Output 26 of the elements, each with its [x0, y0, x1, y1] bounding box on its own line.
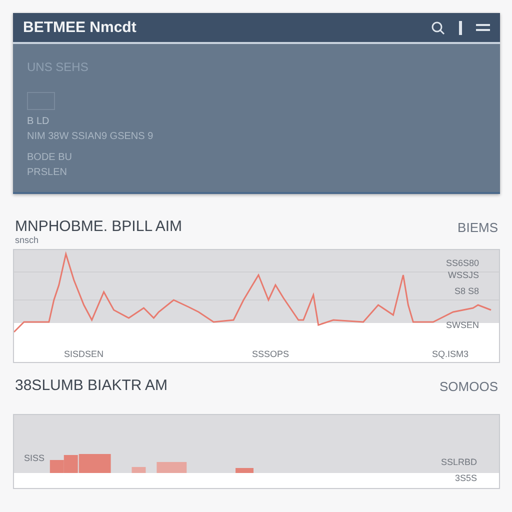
- axis-label: SS6S80: [446, 258, 479, 268]
- search-icon[interactable]: [431, 20, 445, 34]
- bar: [132, 467, 146, 473]
- bar: [156, 462, 187, 473]
- bar: [236, 468, 254, 473]
- section-title: 38SLUMB BIAKTR AM: [15, 377, 169, 394]
- menu-icon[interactable]: [476, 24, 490, 32]
- axis-label: 3S5S: [454, 473, 477, 483]
- axis-label: SISS: [24, 453, 45, 463]
- axis-label: SSSOPS: [252, 349, 290, 359]
- panel-text: NIM 38W SSIAN9 GSENS 9: [27, 131, 154, 142]
- section-label: BIEMS: [458, 220, 498, 235]
- bar: [50, 460, 64, 473]
- axis-label: SSLRBD: [440, 457, 477, 467]
- section-label: SOMOOS: [439, 379, 498, 394]
- panel-text: PRSLEN: [27, 167, 68, 178]
- axis-label: SQ.ISM3: [432, 349, 469, 359]
- axis-label: SISDSEN: [64, 349, 104, 359]
- axis-label: S8 S8: [454, 286, 479, 296]
- panel-text: BODE BU: [27, 152, 74, 163]
- axis-label: SWSEN: [446, 320, 479, 330]
- axis-label: WSSJS: [448, 270, 479, 280]
- section-title: MNPHOBME. BPILL AIM: [15, 218, 183, 235]
- panel-text: B LD: [27, 116, 50, 127]
- window-title: BETMEE Nmcdt: [23, 19, 138, 36]
- section-caption: snsch: [14, 235, 40, 245]
